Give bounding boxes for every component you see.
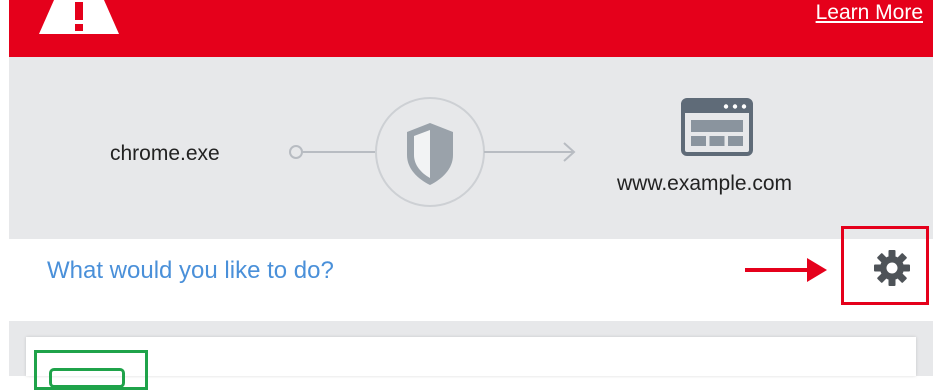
- process-name: chrome.exe: [110, 142, 220, 165]
- source-node: [289, 145, 303, 159]
- learn-more-link[interactable]: Learn More: [816, 2, 923, 23]
- prompt-question: What would you like to do?: [47, 257, 334, 284]
- gear-icon[interactable]: [872, 248, 912, 288]
- connection-flow-diagram: [289, 97, 576, 207]
- red-arrow-icon: [745, 258, 827, 282]
- shield-icon: [407, 123, 453, 185]
- option-icon: [49, 368, 125, 388]
- warning-icon: [39, 0, 119, 34]
- browser-window-icon: [681, 98, 753, 156]
- destination-site: www.example.com: [617, 172, 793, 195]
- option-card[interactable]: [26, 337, 916, 376]
- alert-header-bar: [9, 0, 933, 57]
